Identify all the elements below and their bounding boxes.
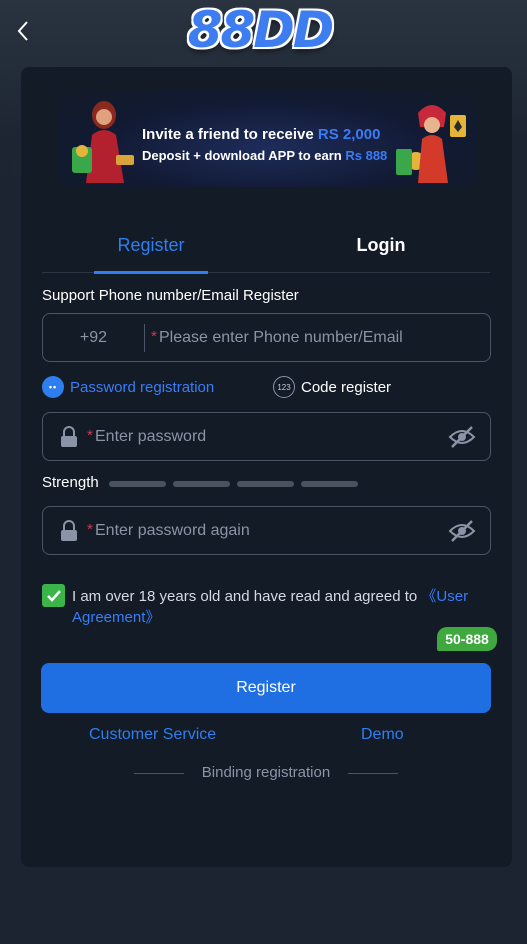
agreement-text: I am over 18 years old and have read and…: [72, 586, 491, 628]
register-method-label: Support Phone number/Email Register: [42, 287, 299, 304]
required-mark: *: [87, 521, 93, 538]
confirm-password-input[interactable]: [95, 507, 435, 554]
customer-service-link[interactable]: Customer Service: [89, 726, 216, 744]
strength-bar-4: [301, 481, 358, 487]
banner-amount-2: Rs 888: [345, 148, 388, 163]
code-register-option[interactable]: 123 Code register: [273, 375, 391, 399]
password-input[interactable]: [95, 413, 435, 460]
chevron-left-icon: [17, 21, 28, 41]
auth-tabs: Register Login: [42, 225, 490, 274]
promo-banner[interactable]: Invite a friend to receive RS 2,000 Depo…: [58, 89, 478, 187]
binding-registration: Binding registration: [134, 763, 398, 783]
strength-bar-3: [237, 481, 294, 487]
password-dots-icon: ••: [42, 376, 64, 398]
register-button[interactable]: Register: [41, 663, 491, 713]
banner-amount-1: RS 2,000: [317, 126, 381, 143]
password-registration-option[interactable]: •• Password registration: [42, 375, 214, 399]
strength-bar-1: [109, 481, 166, 487]
eye-off-icon[interactable]: [448, 519, 476, 543]
country-code-selector[interactable]: +92: [43, 314, 144, 361]
required-mark: *: [87, 427, 93, 444]
code-123-icon: 123: [273, 376, 295, 398]
register-card: Invite a friend to receive RS 2,000 Depo…: [21, 67, 512, 867]
tab-register[interactable]: Register: [94, 225, 208, 274]
agreement-statement: I am over 18 years old and have read and…: [72, 588, 422, 605]
eye-off-icon[interactable]: [448, 425, 476, 449]
required-mark: *: [151, 328, 157, 345]
tab-login[interactable]: Login: [324, 225, 438, 273]
promo-character-right: [396, 105, 466, 183]
demo-link[interactable]: Demo: [361, 726, 404, 744]
binding-divider-right: [348, 773, 398, 774]
code-register-label: Code register: [301, 378, 392, 396]
banner-line-1-text: Invite a friend to receive: [142, 126, 314, 143]
agreement-row: I am over 18 years old and have read and…: [42, 584, 491, 628]
brand-logo: 88DD: [187, 1, 335, 59]
field-divider: [144, 324, 145, 352]
password-field: * Enter password: [42, 412, 491, 461]
agreement-checkbox[interactable]: [42, 584, 65, 607]
confirm-password-field: * Enter password again: [42, 506, 491, 555]
password-registration-label: Password registration: [70, 378, 215, 396]
registration-mode-row: •• Password registration 123 Code regist…: [42, 375, 491, 399]
strength-label: Strength: [42, 474, 99, 491]
lock-icon: [61, 520, 77, 541]
banner-line-2-text: Deposit + download APP to earn: [142, 148, 342, 163]
promo-character-left: [72, 101, 134, 183]
password-strength: Strength: [42, 473, 491, 493]
banner-line-1: Invite a friend to receive RS 2,000: [142, 126, 380, 143]
strength-bar-2: [173, 481, 230, 487]
bonus-badge: 50-888: [437, 627, 497, 651]
back-button[interactable]: [10, 18, 36, 44]
phone-email-field: +92 * Please enter Phone number/Email: [42, 313, 491, 362]
lock-icon: [61, 426, 77, 447]
check-icon: [46, 589, 61, 602]
banner-line-2: Deposit + download APP to earn Rs 888: [142, 148, 387, 163]
phone-email-input[interactable]: [159, 314, 479, 361]
